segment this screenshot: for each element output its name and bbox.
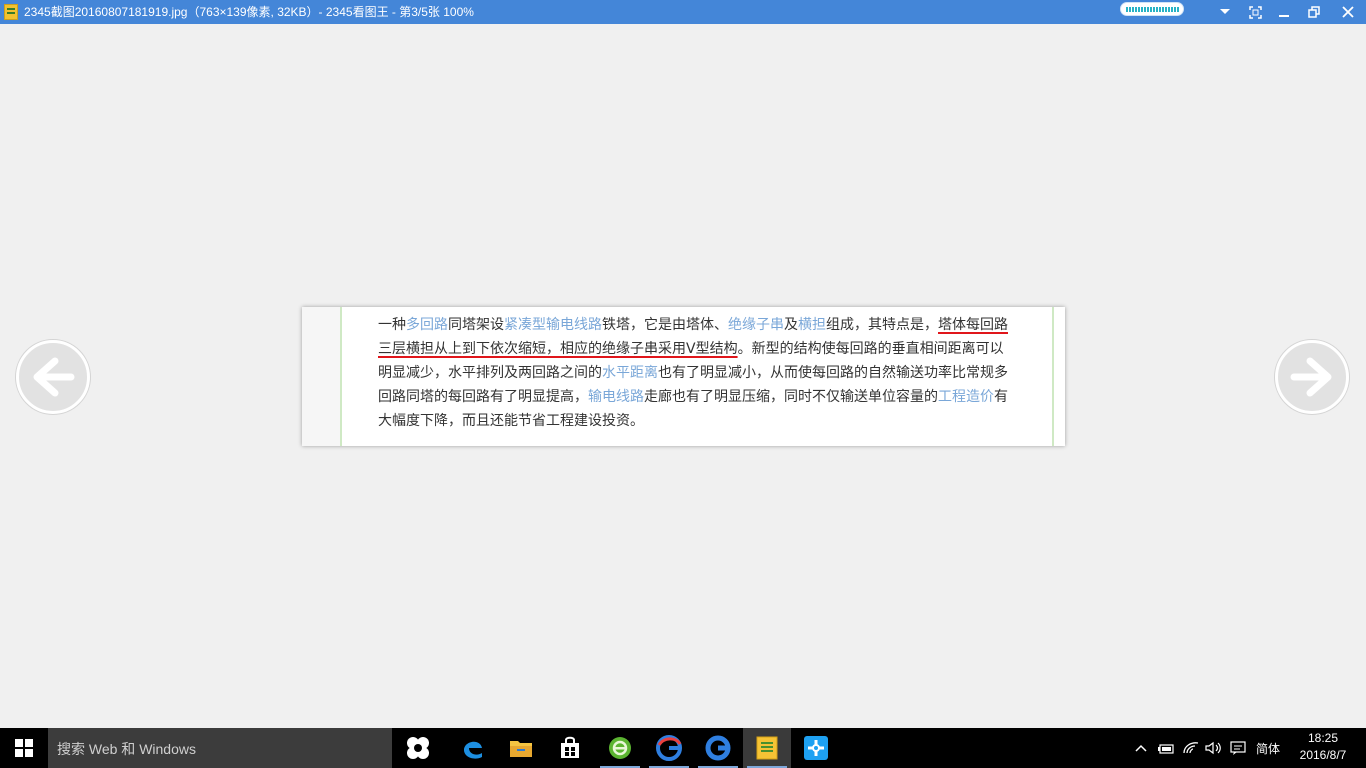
- image-gutter: [302, 307, 340, 446]
- loading-indicator: [1120, 2, 1184, 16]
- notifications-button[interactable]: [1228, 728, 1248, 768]
- text-segment: 大幅度下降，而且还能节省工程建设投资。: [378, 413, 644, 429]
- previous-image-button[interactable]: [16, 340, 90, 414]
- task-view-button[interactable]: [394, 728, 442, 768]
- close-icon: [1342, 6, 1354, 18]
- battery-button[interactable]: [1156, 728, 1176, 768]
- edge-icon: [464, 741, 482, 759]
- dropdown-icon: [1220, 9, 1230, 14]
- tray-overflow-button[interactable]: [1132, 728, 1150, 768]
- taskbar: 搜索 Web 和 Windows 简体 18:25 2016/8/7: [0, 728, 1366, 768]
- minimize-icon: [1279, 15, 1289, 17]
- 2345-browser-button[interactable]: [645, 728, 693, 768]
- network-button[interactable]: [1181, 728, 1201, 768]
- minimize-button[interactable]: [1269, 0, 1299, 24]
- arrow-left-icon: [33, 357, 75, 397]
- clock-time: 18:25: [1307, 731, 1339, 745]
- text-segment: 同塔架设: [448, 317, 504, 333]
- text-line: 回路同塔的每回路有了明显提高，输电线路走廊也有了明显压缩，同时不仅输送单位容量的…: [378, 385, 1014, 409]
- taskbar-search-box[interactable]: 搜索 Web 和 Windows: [48, 728, 392, 768]
- file-explorer-button[interactable]: [497, 728, 545, 768]
- wifi-icon: [1183, 742, 1199, 754]
- chevron-up-icon: [1135, 744, 1147, 752]
- 2345-g-button[interactable]: [694, 728, 742, 768]
- browser-green-button[interactable]: [596, 728, 644, 768]
- file-explorer-icon: [510, 741, 532, 757]
- store-button[interactable]: [546, 728, 594, 768]
- volume-button[interactable]: [1204, 728, 1224, 768]
- image-right-rule: [1052, 307, 1054, 446]
- 2345-browser-icon: [656, 735, 682, 761]
- text-segment: 组成，其特点是，: [826, 317, 938, 333]
- keyword-link: 水平距离: [602, 365, 658, 381]
- keyword-link: 多回路: [406, 317, 448, 333]
- text-segment: 明显减少，水平排列及两回路之间的: [378, 365, 602, 381]
- loading-indicator-fill: [1126, 7, 1179, 12]
- 2345-viewer-icon: [756, 736, 778, 760]
- title-bar: 2345截图20160807181919.jpg（763×139像素, 32KB…: [0, 0, 1366, 24]
- text-segment: 及: [784, 317, 798, 333]
- text-segment: 一种: [378, 317, 406, 333]
- fullscreen-button[interactable]: [1240, 0, 1270, 24]
- 2345-viewer-button[interactable]: [743, 728, 791, 768]
- volume-icon: [1205, 741, 1221, 755]
- text-line: 明显减少，水平排列及两回路之间的水平距离也有了明显减小，从而使每回路的自然输送功…: [378, 361, 1014, 385]
- keyword-link: 工程造价: [938, 389, 994, 405]
- arrow-right-icon: [1290, 357, 1332, 397]
- action-center-icon: [1230, 741, 1246, 755]
- start-button[interactable]: [0, 728, 48, 768]
- ime-label: 简体: [1255, 741, 1280, 756]
- text-segment: 走廊也有了明显压缩，同时不仅输送单位容量的: [644, 389, 938, 405]
- task-view-icon: [407, 737, 429, 759]
- clock-date: 2016/8/7: [1299, 748, 1347, 762]
- store-icon: [561, 736, 579, 758]
- windows-logo-icon: [15, 739, 33, 757]
- cross-app-icon: [804, 736, 828, 760]
- displayed-image[interactable]: 一种多回路同塔架设紧凑型输电线路铁塔，它是由塔体、绝缘子串及横担组成，其特点是，…: [302, 307, 1065, 446]
- image-text-content: 一种多回路同塔架设紧凑型输电线路铁塔，它是由塔体、绝缘子串及横担组成，其特点是，…: [378, 313, 1014, 433]
- text-segment: 有: [994, 389, 1008, 405]
- system-clock[interactable]: 18:25 2016/8/7: [1290, 730, 1356, 764]
- app-logo-icon: [4, 4, 18, 20]
- image-left-rule: [340, 307, 342, 446]
- text-line: 一种多回路同塔架设紧凑型输电线路铁塔，它是由塔体、绝缘子串及横担组成，其特点是，…: [378, 313, 1014, 337]
- highlighted-text: 塔体每回路: [938, 317, 1008, 333]
- text-segment: 。新型的结构使每回路的垂直相间距离可以: [737, 341, 1004, 357]
- restore-icon: [1308, 6, 1320, 18]
- text-line: 大幅度下降，而且还能节省工程建设投资。: [378, 409, 1014, 433]
- 2345-g-icon: [705, 735, 731, 761]
- keyword-link: 输电线路: [588, 389, 644, 405]
- restore-button[interactable]: [1299, 0, 1329, 24]
- text-segment: 也有了明显减小，从而使每回路的自然输送功率比常规多: [658, 365, 1008, 381]
- search-placeholder: 搜索 Web 和 Windows: [57, 741, 196, 757]
- highlighted-text: 三层横担从上到下依次缩短，相应的绝缘子串采用V型结构: [378, 341, 738, 357]
- edge-button[interactable]: [449, 728, 497, 768]
- cross-app-button[interactable]: [792, 728, 840, 768]
- next-image-button[interactable]: [1275, 340, 1349, 414]
- keyword-link: 绝缘子串: [728, 317, 784, 333]
- keyword-link: 紧凑型输电线路: [504, 317, 602, 333]
- browser-green-icon: [609, 737, 631, 759]
- close-button[interactable]: [1333, 0, 1363, 24]
- text-segment: 铁塔，它是由塔体、: [602, 317, 728, 333]
- keyword-link: 横担: [798, 317, 826, 333]
- battery-icon: [1158, 744, 1174, 754]
- window-title: 2345截图20160807181919.jpg（763×139像素, 32KB…: [24, 5, 474, 19]
- text-line: 三层横担从上到下依次缩短，相应的绝缘子串采用V型结构。新型的结构使每回路的垂直相…: [378, 337, 1014, 361]
- ime-indicator[interactable]: 简体: [1252, 728, 1284, 768]
- dropdown-button[interactable]: [1210, 0, 1240, 24]
- fullscreen-icon: [1248, 5, 1262, 19]
- text-segment: 回路同塔的每回路有了明显提高，: [378, 389, 588, 405]
